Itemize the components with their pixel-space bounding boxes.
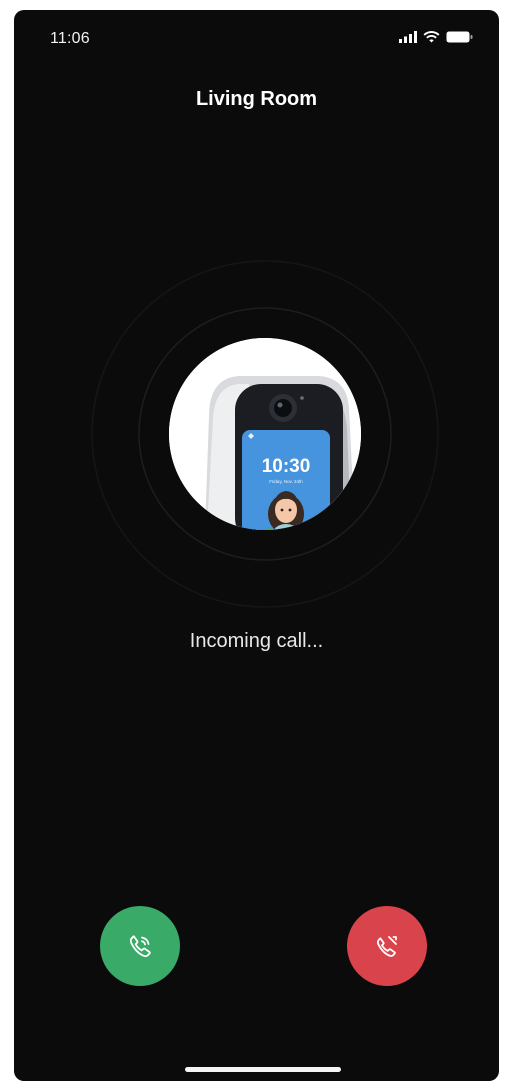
status-bar: 11:06 <box>14 10 499 70</box>
accept-call-button[interactable] <box>100 906 180 986</box>
call-status: Incoming call... <box>189 630 324 652</box>
status-time: 11:06 <box>50 30 90 47</box>
page-title: Living Room <box>195 88 318 110</box>
decline-call-button[interactable] <box>347 906 427 986</box>
call-screen: 11:06 Living Room 10:30 Friday, Nov. 24t… <box>14 10 499 1081</box>
wifi-icon <box>423 31 440 43</box>
device-screen-date: Friday, Nov. 24th <box>269 479 303 484</box>
home-indicator[interactable] <box>185 1067 341 1072</box>
status-icons <box>399 31 473 43</box>
device-avatar: 10:30 Friday, Nov. 24th <box>169 338 361 530</box>
phone-hangup-icon <box>376 936 397 957</box>
device-image: 10:30 Friday, Nov. 24th <box>169 338 361 530</box>
signal-icon <box>399 31 417 43</box>
phone-icon <box>129 935 151 958</box>
device-screen-time: 10:30 <box>262 456 311 477</box>
battery-icon <box>446 31 473 43</box>
